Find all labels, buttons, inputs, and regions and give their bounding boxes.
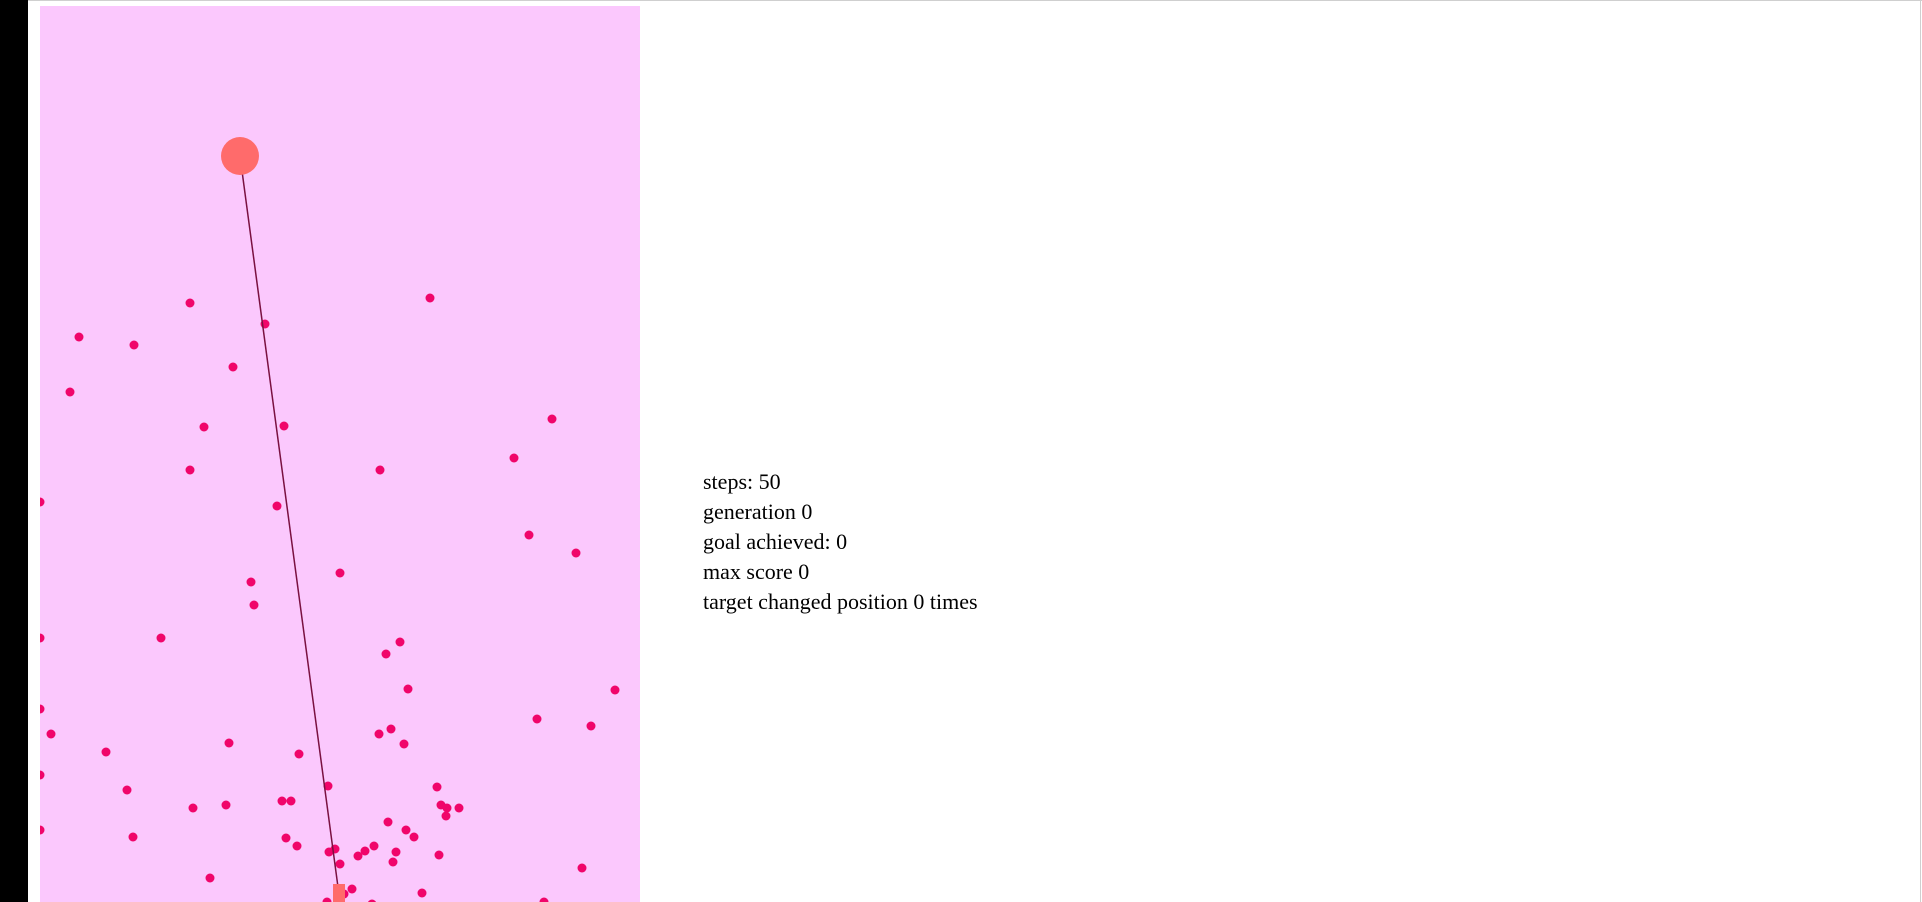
simulation-canvas[interactable] (40, 6, 640, 902)
agent-dot-icon (281, 833, 291, 843)
agent-dot-icon (65, 387, 75, 397)
simulation-svg (40, 6, 640, 902)
agent-dot-icon (441, 811, 451, 821)
agent-dot-icon (205, 873, 215, 883)
agent-dot-icon (188, 803, 198, 813)
agent-dot-icon (221, 800, 231, 810)
agent-dot-icon (185, 465, 195, 475)
agent-dot-icon (294, 749, 304, 759)
agent-dot-icon (432, 782, 442, 792)
agent-dot-icon (277, 796, 287, 806)
agent-dot-icon (425, 293, 435, 303)
agent-dot-icon (586, 721, 596, 731)
agent-dot-icon (577, 863, 587, 873)
agent-dot-icon (375, 465, 385, 475)
agent-dot-icon (434, 850, 444, 860)
agent-dot-icon (335, 568, 345, 578)
agent-dot-icon (185, 298, 195, 308)
agent-dot-icon (509, 453, 519, 463)
agent-dot-icon (454, 803, 464, 813)
agent-dot-icon (224, 738, 234, 748)
start-marker-icon (333, 884, 345, 902)
agent-dot-icon (246, 577, 256, 587)
agent-dot-icon (272, 501, 282, 511)
agent-dot-icon (388, 857, 398, 867)
agent-dot-icon (409, 832, 419, 842)
agent-dot-icon (74, 332, 84, 342)
agent-dot-icon (292, 841, 302, 851)
agent-dot-icon (128, 832, 138, 842)
generation-label: generation 0 (703, 499, 813, 524)
agent-dot-icon (524, 530, 534, 540)
agent-dot-icon (532, 714, 542, 724)
agent-dot-icon (122, 785, 132, 795)
agent-dot-icon (417, 888, 427, 898)
agent-dot-icon (381, 649, 391, 659)
goal-achieved-label: goal achieved: 0 (703, 529, 848, 554)
goal-target-icon (221, 137, 259, 175)
agent-dot-icon (395, 637, 405, 647)
canvas-background (40, 6, 640, 902)
agent-dot-icon (101, 747, 111, 757)
agent-dot-icon (199, 422, 209, 432)
target-changed-label: target changed position 0 times (703, 589, 978, 614)
right-border (1920, 0, 1921, 902)
steps-label: steps: 50 (703, 469, 781, 494)
agent-dot-icon (249, 600, 259, 610)
agent-dot-icon (369, 841, 379, 851)
agent-dot-icon (391, 847, 401, 857)
agent-dot-icon (403, 684, 413, 694)
agent-dot-icon (335, 859, 345, 869)
max-score-label: max score 0 (703, 559, 810, 584)
agent-dot-icon (46, 729, 56, 739)
agent-dot-icon (386, 724, 396, 734)
left-black-bar (0, 0, 28, 902)
agent-dot-icon (401, 825, 411, 835)
agent-dot-icon (547, 414, 557, 424)
agent-dot-icon (571, 548, 581, 558)
agent-dot-icon (399, 739, 409, 749)
stats-panel: steps: 50 generation 0 goal achieved: 0 … (703, 467, 978, 617)
agent-dot-icon (347, 884, 357, 894)
agent-dot-icon (374, 729, 384, 739)
agent-dot-icon (383, 817, 393, 827)
agent-dot-icon (228, 362, 238, 372)
agent-dot-icon (610, 685, 620, 695)
agent-dot-icon (279, 421, 289, 431)
agent-dot-icon (156, 633, 166, 643)
agent-dot-icon (360, 846, 370, 856)
agent-dot-icon (286, 796, 296, 806)
top-border (28, 0, 1922, 1)
agent-dot-icon (129, 340, 139, 350)
agent-dot-icon (442, 803, 452, 813)
